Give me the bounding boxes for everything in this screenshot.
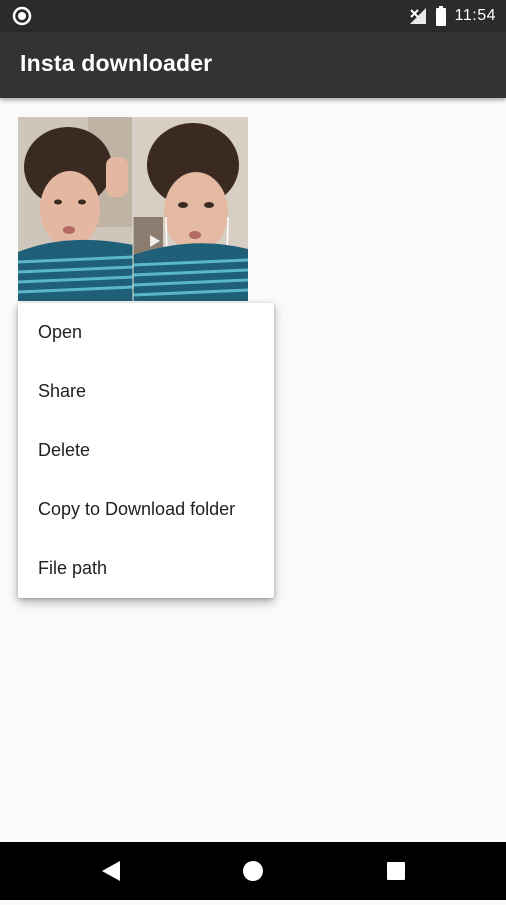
recents-button[interactable] bbox=[366, 842, 426, 900]
home-circle-icon bbox=[243, 861, 263, 881]
status-bar: 11:54 bbox=[0, 0, 506, 32]
app-bar: Insta downloader bbox=[0, 32, 506, 98]
app-title: Insta downloader bbox=[20, 50, 213, 76]
notification-circle-icon bbox=[12, 6, 32, 26]
battery-icon bbox=[435, 6, 446, 26]
menu-item-delete[interactable]: Delete bbox=[18, 421, 274, 480]
back-button[interactable] bbox=[80, 842, 140, 900]
status-time: 11:54 bbox=[454, 7, 496, 24]
menu-item-open[interactable]: Open bbox=[18, 303, 274, 362]
navigation-bar bbox=[0, 842, 506, 900]
video-thumbnail[interactable] bbox=[18, 117, 248, 301]
menu-item-share[interactable]: Share bbox=[18, 362, 274, 421]
home-button[interactable] bbox=[223, 842, 283, 900]
menu-item-copy-to-download[interactable]: Copy to Download folder bbox=[18, 480, 274, 539]
thumbnail-image bbox=[18, 117, 248, 301]
no-signal-icon bbox=[409, 8, 426, 24]
menu-item-file-path[interactable]: File path bbox=[18, 539, 274, 598]
status-right-group: 11:54 bbox=[409, 4, 496, 28]
back-triangle-icon bbox=[102, 861, 120, 881]
recents-square-icon bbox=[387, 862, 405, 880]
context-menu: Open Share Delete Copy to Download folde… bbox=[18, 303, 274, 598]
